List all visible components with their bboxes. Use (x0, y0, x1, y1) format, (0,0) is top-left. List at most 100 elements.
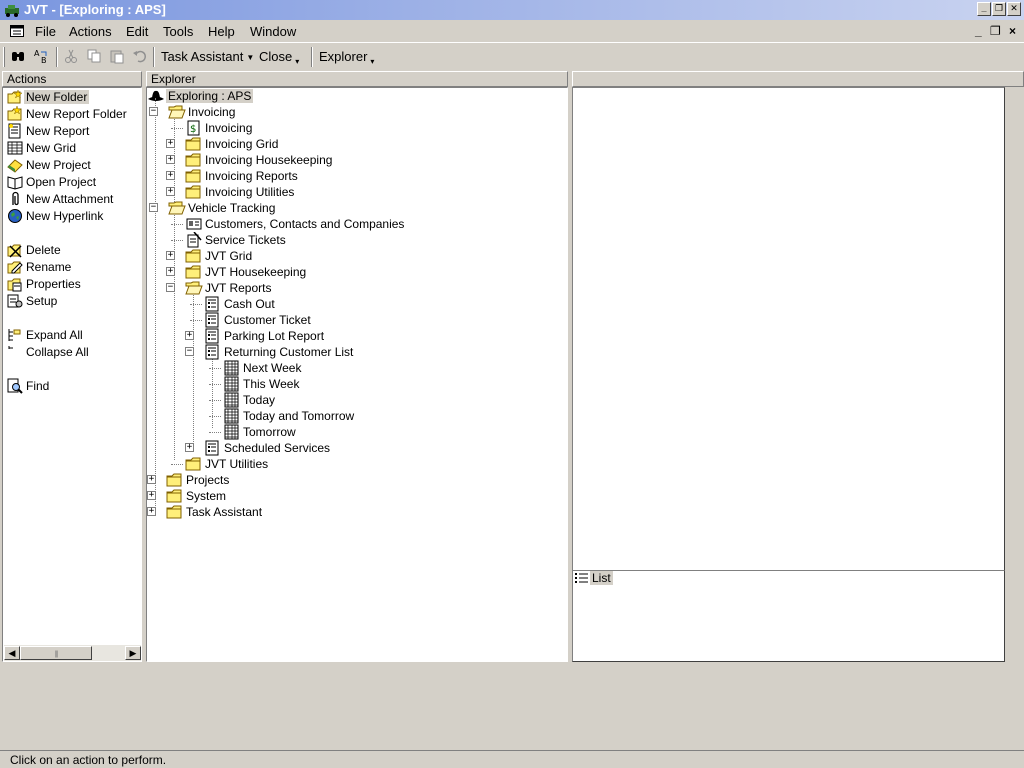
explorer-button[interactable]: Explorer ▾ (319, 49, 375, 67)
mdi-restore-button[interactable]: ❐ (990, 24, 1001, 38)
scroll-thumb[interactable]: ||| (20, 646, 92, 660)
invoice-icon: $ (185, 120, 203, 136)
title-bar[interactable]: JVT - [Exploring : APS] _ ❐ ✕ (0, 0, 1024, 20)
grid-icon (223, 376, 241, 392)
task-assistant-button[interactable]: Task Assistant ▼ (161, 49, 254, 64)
minimize-button[interactable]: _ (977, 2, 991, 16)
action-label: New Folder (24, 90, 90, 104)
menu-help[interactable]: Help (208, 24, 235, 39)
action-label: Collapse All (26, 345, 89, 359)
tree-connector (193, 292, 194, 444)
close-button[interactable]: Close ▾ (259, 49, 300, 67)
new-grid-icon (7, 140, 23, 156)
expand-icon[interactable]: + (185, 443, 194, 452)
collapse-icon[interactable]: − (149, 203, 158, 212)
tree-connector (209, 432, 221, 433)
delete-icon (7, 242, 23, 258)
folder-icon (185, 248, 203, 264)
action-label: Open Project (26, 175, 97, 189)
hyperlink-icon (7, 208, 23, 224)
folder-icon (166, 472, 184, 488)
window-title: JVT - [Exploring : APS] (24, 2, 166, 17)
action-label: Expand All (26, 328, 83, 342)
find-replace-icon[interactable]: A B (33, 48, 49, 64)
expand-icon[interactable]: + (147, 475, 156, 484)
new-folder-icon (7, 89, 23, 105)
action-label: Find (26, 379, 50, 393)
undo-icon[interactable] (132, 48, 148, 64)
contact-card-icon (185, 216, 203, 232)
folder-icon (166, 488, 184, 504)
tree-connector (171, 464, 183, 465)
system-menu-icon[interactable] (10, 25, 24, 37)
expand-icon[interactable]: + (166, 139, 175, 148)
tree-connector (171, 128, 183, 129)
mdi-minimize-button[interactable]: _ (975, 24, 982, 38)
tree-node-label: Returning Customer List (224, 345, 354, 359)
tree-node-label: Customers, Contacts and Companies (205, 217, 405, 231)
explorer-header: Explorer (146, 71, 568, 87)
tree-node-label: JVT Grid (205, 249, 253, 263)
collapse-icon[interactable]: − (149, 107, 158, 116)
menu-tools[interactable]: Tools (163, 24, 193, 39)
action-label: Setup (26, 294, 58, 308)
copy-icon[interactable] (86, 48, 102, 64)
cowboy-hat-icon (147, 88, 165, 104)
scroll-right-button[interactable]: ▶ (125, 646, 141, 660)
rename-icon (7, 259, 23, 275)
menu-file[interactable]: File (35, 24, 56, 39)
folder-icon (185, 184, 203, 200)
ticket-icon (185, 231, 203, 248)
actions-scrollbar[interactable]: ◀ ||| ▶ (4, 645, 141, 661)
mdi-close-button[interactable]: × (1009, 24, 1016, 38)
tree-node-label: JVT Reports (205, 281, 272, 295)
report-icon (204, 312, 222, 328)
expand-icon[interactable]: + (166, 187, 175, 196)
expand-icon[interactable]: + (147, 491, 156, 500)
action-label: New Report Folder (26, 107, 127, 121)
list-label[interactable]: List (590, 571, 613, 585)
restore-button[interactable]: ❐ (992, 2, 1006, 16)
folder-icon (185, 152, 203, 168)
tree-node-label: Today (243, 393, 276, 407)
action-label: New Attachment (26, 192, 114, 206)
content-view (572, 87, 1005, 571)
cut-icon[interactable] (63, 48, 79, 64)
dropdown-arrow-icon: ▾ (295, 57, 300, 67)
tree-node-label: Invoicing Reports (205, 169, 298, 183)
expand-icon[interactable]: + (185, 331, 194, 340)
paste-icon[interactable] (109, 48, 125, 64)
new-report-icon (7, 123, 23, 139)
folder-icon (185, 456, 203, 472)
action-label: Rename (26, 260, 72, 274)
expand-icon[interactable]: + (166, 267, 175, 276)
action-label: New Project (26, 158, 91, 172)
tree-node-label: Invoicing Grid (205, 137, 279, 151)
menu-bar: File Actions Edit Tools Help Window _ ❐ … (0, 20, 1024, 42)
menu-window[interactable]: Window (250, 24, 296, 39)
menu-edit[interactable]: Edit (126, 24, 148, 39)
grid-icon (223, 360, 241, 376)
binoculars-icon[interactable] (10, 48, 26, 64)
collapse-icon[interactable]: − (166, 283, 175, 292)
folder-icon (185, 136, 203, 152)
tree-node-label: Customer Ticket (224, 313, 311, 327)
expand-icon[interactable]: + (166, 155, 175, 164)
tree-connector (209, 384, 221, 385)
close-window-button[interactable]: ✕ (1007, 2, 1021, 16)
tree-connector (190, 304, 202, 305)
open-folder-icon (168, 104, 186, 120)
scroll-left-button[interactable]: ◀ (4, 646, 20, 660)
collapse-icon[interactable]: − (185, 347, 194, 356)
actions-header: Actions (2, 71, 142, 87)
dropdown-arrow-icon: ▾ (370, 57, 375, 67)
tree-connector (212, 356, 213, 428)
report-icon (204, 328, 222, 344)
expand-icon[interactable]: + (166, 251, 175, 260)
menu-actions[interactable]: Actions (69, 24, 112, 39)
expand-icon[interactable]: + (147, 507, 156, 516)
setup-icon (7, 293, 23, 309)
expand-icon[interactable]: + (166, 171, 175, 180)
action-label: New Hyperlink (26, 209, 104, 223)
tree-connector (174, 212, 175, 460)
